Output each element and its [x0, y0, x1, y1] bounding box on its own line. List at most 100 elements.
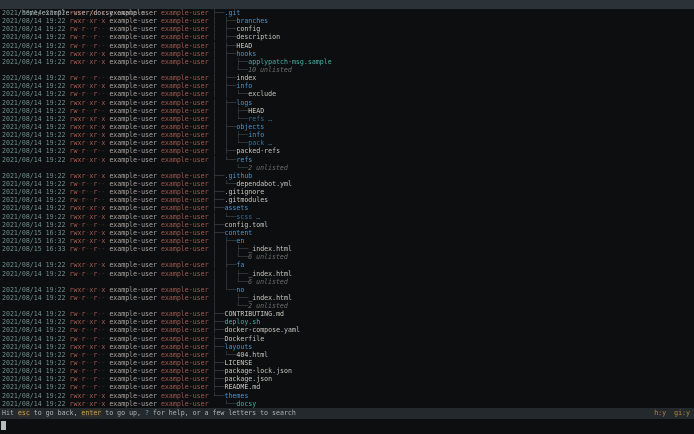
file-label[interactable]: index: [236, 74, 256, 82]
file-label[interactable]: branches: [236, 17, 268, 25]
file-metadata: [2, 278, 208, 286]
file-metadata: 2021/08/14 19:22 rwxr-xr-x example-user …: [2, 114, 209, 123]
file-label[interactable]: themes: [224, 392, 248, 400]
tree-branch-lines: │ ├──: [212, 49, 237, 58]
tree-branch-lines: ├──: [212, 359, 225, 368]
file-label[interactable]: _index.html: [248, 245, 292, 253]
file-label[interactable]: scss: [236, 213, 252, 221]
file-metadata: 2021/08/14 19:22 rw-r--r-- example-user …: [2, 90, 209, 99]
file-label[interactable]: layouts: [224, 343, 252, 351]
file-label[interactable]: applypatch-msg.sample: [248, 58, 331, 66]
status-text: to go back,: [29, 409, 82, 417]
file-label[interactable]: .gitignore: [224, 188, 264, 196]
file-label[interactable]: _index.html: [248, 270, 292, 278]
tree-row: 2021/08/14 19:22 rw-r--r-- example-user …: [2, 270, 694, 278]
file-label[interactable]: refs: [236, 156, 252, 164]
file-metadata: 2021/08/14 19:22 rw-r--r-- example-user …: [2, 179, 209, 188]
file-metadata: 2021/08/14 19:22 rw-r--r-- example-user …: [2, 310, 209, 319]
tree-branch-lines: ├──: [212, 220, 225, 229]
file-label[interactable]: info: [248, 131, 264, 139]
file-label[interactable]: config.toml: [224, 221, 268, 229]
file-metadata: 2021/08/14 19:22 rwxr-xr-x example-user …: [2, 9, 209, 17]
truncated-children-ellipsis: …: [264, 114, 273, 123]
unlisted-count: 6 unlisted: [248, 277, 288, 286]
tree-row: 2021/08/14 19:22 rw-r--r-- example-user …: [2, 326, 694, 334]
tree-row: 2021/08/14 19:22 rwxr-xr-x example-user …: [2, 50, 694, 58]
file-label[interactable]: content: [224, 229, 252, 237]
tree-row: 2021/08/14 19:22 rwxr-xr-x example-user …: [2, 400, 694, 408]
file-label[interactable]: docsy: [236, 400, 256, 408]
unlisted-count: 2 unlisted: [248, 302, 288, 311]
file-label[interactable]: docker-compose.yaml: [224, 326, 299, 334]
file-label[interactable]: package-lock.json: [224, 367, 292, 375]
file-label[interactable]: description: [236, 33, 280, 41]
file-label[interactable]: CONTRIBUTING.md: [224, 310, 284, 318]
file-label[interactable]: HEAD: [248, 107, 264, 115]
file-metadata: [2, 302, 208, 310]
tree-row: 2021/08/14 19:22 rwxr-xr-x example-user …: [2, 172, 694, 180]
file-label[interactable]: objects: [236, 123, 264, 131]
search-input[interactable]: [0, 419, 694, 434]
file-metadata: 2021/08/14 19:22 rwxr-xr-x example-user …: [2, 98, 209, 107]
file-metadata: 2021/08/14 19:22 rw-r--r-- example-user …: [2, 334, 209, 343]
file-label[interactable]: refs: [248, 115, 264, 123]
file-metadata: 2021/08/14 19:22 rw-r--r-- example-user …: [2, 220, 209, 229]
file-metadata: 2021/08/14 19:22 rw-r--r-- example-user …: [2, 188, 209, 197]
file-metadata: [2, 66, 208, 74]
file-label[interactable]: _index.html: [248, 294, 292, 302]
file-label[interactable]: no: [236, 286, 244, 294]
file-metadata: 2021/08/14 19:22 rwxr-xr-x example-user …: [2, 204, 209, 213]
file-metadata: [2, 164, 208, 172]
tree-branch-lines: ├──: [212, 188, 225, 197]
tree-row: 2021/08/14 19:22 rw-r--r-- example-user …: [2, 107, 694, 115]
file-label[interactable]: Dockerfile: [224, 335, 264, 343]
tree-branch-lines: └──: [212, 391, 225, 400]
file-label[interactable]: .github: [224, 172, 252, 180]
unlisted-count: 2 unlisted: [248, 163, 288, 172]
truncated-children-ellipsis: …: [252, 212, 261, 221]
tree-branch-lines: │ ├──: [212, 41, 237, 50]
tree-branch-lines: │ │ └──: [212, 90, 249, 99]
file-metadata: 2021/08/14 19:22 rwxr-xr-x example-user …: [2, 285, 209, 294]
file-label[interactable]: hooks: [236, 50, 256, 58]
file-label[interactable]: exclude: [248, 90, 276, 98]
file-label[interactable]: fa: [236, 261, 244, 269]
tree-branch-lines: │ │ ├──: [212, 131, 249, 140]
file-metadata: 2021/08/14 19:22 rwxr-xr-x example-user …: [2, 17, 209, 26]
tree-branch-lines: ├──: [212, 228, 225, 237]
tree-row: 2021/08/14 19:22 rw-r--r-- example-user …: [2, 351, 694, 359]
tree-branch-lines: ├──: [212, 367, 225, 376]
file-label[interactable]: packed-refs: [236, 147, 280, 155]
tree-branch-lines: │ ├──: [212, 122, 237, 131]
tree-branch-lines: ├──: [212, 334, 225, 343]
tree-branch-lines: │ ├──: [212, 33, 237, 42]
current-path-bar: /home/example-user/docsy-example: [0, 0, 694, 17]
file-label[interactable]: 404.html: [236, 351, 268, 359]
file-metadata: 2021/08/14 19:22 rwxr-xr-x example-user …: [2, 155, 209, 164]
file-label[interactable]: en: [236, 237, 244, 245]
tree-row: 2021/08/14 19:22 rw-r--r-- example-user …: [2, 383, 694, 391]
tree-row: 2021/08/14 19:22 rwxr-xr-x example-user …: [2, 115, 694, 123]
tree-row: 2021/08/14 19:22 rw-r--r-- example-user …: [2, 90, 694, 98]
file-label[interactable]: README.md: [224, 383, 260, 391]
tree-row: 2021/08/14 19:22 rw-r--r-- example-user …: [2, 180, 694, 188]
file-label[interactable]: assets: [224, 204, 248, 212]
broot-terminal: /home/example-user/docsy-example 2021/08…: [0, 0, 694, 434]
tree-row: 2021/08/14 19:22 rwxr-xr-x example-user …: [2, 156, 694, 164]
file-label[interactable]: .git: [224, 9, 240, 17]
file-label[interactable]: LICENSE: [224, 359, 252, 367]
file-label[interactable]: HEAD: [236, 42, 252, 50]
tree-row: 2021/08/14 19:22 rw-r--r-- example-user …: [2, 294, 694, 302]
file-label[interactable]: logs: [236, 99, 252, 107]
tree-branch-lines: │ ├──: [212, 17, 237, 26]
tree-row: 2021/08/14 19:22 rw-r--r-- example-user …: [2, 42, 694, 50]
status-text: Hit: [2, 409, 18, 417]
tree-row: 2021/08/14 19:22 rwxr-xr-x example-user …: [2, 343, 694, 351]
tree-row: 2021/08/15 16:33 rw-r--r-- example-user …: [2, 245, 694, 253]
tree-branch-lines: │ ├──: [212, 74, 237, 83]
file-metadata: 2021/08/14 19:22 rw-r--r-- example-user …: [2, 74, 209, 83]
tree-row: 2021/08/14 19:22 rwxr-xr-x example-user …: [2, 213, 694, 221]
file-label[interactable]: dependabot.yml: [236, 180, 292, 188]
file-metadata: 2021/08/14 19:22 rwxr-xr-x example-user …: [2, 212, 209, 221]
tree-branch-lines: │ │ └──: [212, 114, 249, 123]
